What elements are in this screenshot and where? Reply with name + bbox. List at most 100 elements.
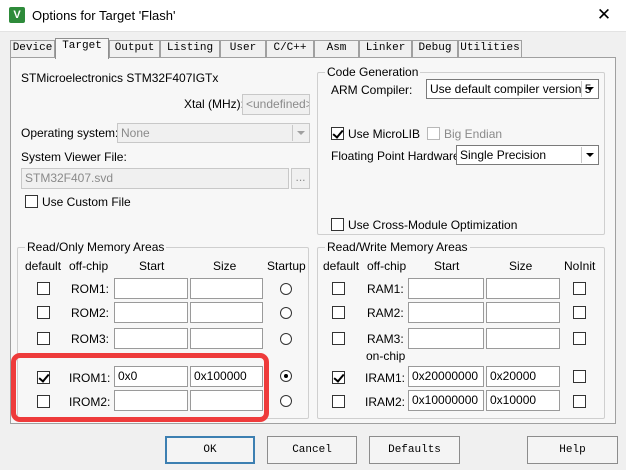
highlight-annotation: [11, 353, 269, 422]
ram2-default-checkbox[interactable]: [332, 306, 345, 319]
ram3-size-input[interactable]: [486, 328, 560, 349]
big-endian-checkbox[interactable]: [427, 127, 440, 140]
xtal-input[interactable]: <undefined>: [242, 94, 310, 115]
os-label: Operating system:: [21, 126, 119, 140]
rom3-start-input[interactable]: [114, 328, 188, 349]
defaults-button[interactable]: Defaults: [369, 436, 460, 464]
rom2-size-input[interactable]: [190, 302, 263, 323]
cancel-button[interactable]: Cancel: [267, 436, 357, 464]
cross-module-checkbox[interactable]: [331, 218, 344, 231]
ram3-default-checkbox[interactable]: [332, 332, 345, 345]
rom3-default-checkbox[interactable]: [37, 332, 50, 345]
tab-user[interactable]: User: [220, 40, 266, 57]
iram1-start-input[interactable]: 0x20000000: [408, 366, 484, 387]
iram2-start-input[interactable]: 0x10000000: [408, 390, 484, 411]
fpu-value: Single Precision: [460, 148, 547, 162]
ram3-noinit-checkbox[interactable]: [573, 332, 586, 345]
arm-compiler-value: Use default compiler version 5: [430, 82, 592, 96]
ok-button[interactable]: OK: [165, 436, 255, 464]
options-dialog: V Options for Target 'Flash' ✕ Device Ta…: [0, 0, 626, 470]
svd-browse-button[interactable]: ...: [291, 168, 310, 189]
rom2-start-input[interactable]: [114, 302, 188, 323]
rom1-start-input[interactable]: [114, 278, 188, 299]
rom3-size-input[interactable]: [190, 328, 263, 349]
window-title: Options for Target 'Flash': [32, 8, 176, 23]
iram2-default-checkbox[interactable]: [332, 395, 345, 408]
ram-group-label: Read/Write Memory Areas: [325, 240, 470, 254]
iram1-noinit-checkbox[interactable]: [573, 370, 586, 383]
keil-icon: V: [9, 7, 25, 23]
ram1-start-input[interactable]: [408, 278, 484, 299]
irom2-startup-radio[interactable]: [280, 395, 292, 407]
iram2-noinit-checkbox[interactable]: [573, 395, 586, 408]
fpu-select[interactable]: Single Precision: [456, 145, 599, 165]
os-select-value: None: [121, 126, 150, 140]
rom3-label: ROM3:: [71, 332, 110, 346]
rom-header-startup: Startup: [267, 259, 306, 273]
ram2-label: RAM2:: [367, 306, 404, 320]
tab-strip: Device Target Output Listing User C/C++ …: [10, 38, 616, 59]
rom-group-label: Read/Only Memory Areas: [25, 240, 167, 254]
tab-output[interactable]: Output: [109, 40, 160, 57]
chevron-down-icon: [581, 81, 597, 97]
use-microlib-checkbox[interactable]: [331, 127, 344, 140]
ram1-label: RAM1:: [367, 282, 404, 296]
ram-header-start: Start: [434, 259, 460, 273]
tab-linker[interactable]: Linker: [359, 40, 412, 57]
svd-label: System Viewer File:: [21, 150, 127, 164]
rom1-default-checkbox[interactable]: [37, 282, 50, 295]
ram2-start-input[interactable]: [408, 302, 484, 323]
rom-header-start: Start: [139, 259, 165, 273]
rom2-label: ROM2:: [71, 306, 110, 320]
rom-header-size: Size: [213, 259, 237, 273]
tab-asm[interactable]: Asm: [314, 40, 359, 57]
ram1-size-input[interactable]: [486, 278, 560, 299]
ram-header-offchip: off-chip: [367, 259, 407, 273]
rom1-label: ROM1:: [71, 282, 110, 296]
ram-onchip-label: on-chip: [366, 349, 406, 363]
cross-module-label: Use Cross-Module Optimization: [348, 218, 518, 232]
tab-cpp[interactable]: C/C++: [266, 40, 314, 57]
use-custom-file-checkbox[interactable]: [25, 195, 38, 208]
ram3-label: RAM3:: [367, 332, 404, 346]
rom3-startup-radio[interactable]: [280, 333, 292, 345]
tab-device[interactable]: Device: [10, 40, 55, 57]
chevron-down-icon: [292, 125, 308, 141]
os-select[interactable]: None: [117, 123, 310, 143]
rom1-size-input[interactable]: [190, 278, 263, 299]
rom-header-default: default: [25, 259, 62, 273]
iram1-default-checkbox[interactable]: [332, 371, 345, 384]
iram1-size-input[interactable]: 0x20000: [486, 366, 560, 387]
code-generation-label: Code Generation: [325, 65, 421, 79]
iram1-label: IRAM1:: [365, 371, 406, 385]
ram-header-default: default: [323, 259, 360, 273]
use-custom-file-label: Use Custom File: [42, 195, 131, 209]
ram-header-size: Size: [509, 259, 533, 273]
svd-input[interactable]: STM32F407.svd: [21, 168, 289, 189]
rom2-default-checkbox[interactable]: [37, 306, 50, 319]
use-microlib-label: Use MicroLIB: [348, 127, 421, 141]
iram2-size-input[interactable]: 0x10000: [486, 390, 560, 411]
ram2-size-input[interactable]: [486, 302, 560, 323]
tab-utilities[interactable]: Utilities: [458, 40, 522, 57]
rom1-startup-radio[interactable]: [280, 283, 292, 295]
ram3-start-input[interactable]: [408, 328, 484, 349]
irom1-startup-radio[interactable]: [280, 370, 292, 382]
tab-debug[interactable]: Debug: [412, 40, 458, 57]
chevron-down-icon: [581, 147, 597, 163]
iram2-label: IRAM2:: [365, 395, 406, 409]
close-icon: ✕: [596, 5, 612, 25]
ram2-noinit-checkbox[interactable]: [573, 306, 586, 319]
ram1-noinit-checkbox[interactable]: [573, 282, 586, 295]
close-button[interactable]: ✕: [582, 0, 626, 32]
rom2-startup-radio[interactable]: [280, 307, 292, 319]
help-button[interactable]: Help: [527, 436, 618, 464]
arm-compiler-label: ARM Compiler:: [331, 83, 413, 97]
tab-listing[interactable]: Listing: [160, 40, 220, 57]
tab-target[interactable]: Target: [55, 38, 109, 59]
device-name: STMicroelectronics STM32F407IGTx: [21, 71, 219, 85]
big-endian-label: Big Endian: [444, 127, 503, 141]
ram1-default-checkbox[interactable]: [332, 282, 345, 295]
xtal-label: Xtal (MHz):: [184, 97, 244, 111]
arm-compiler-select[interactable]: Use default compiler version 5: [426, 79, 599, 99]
